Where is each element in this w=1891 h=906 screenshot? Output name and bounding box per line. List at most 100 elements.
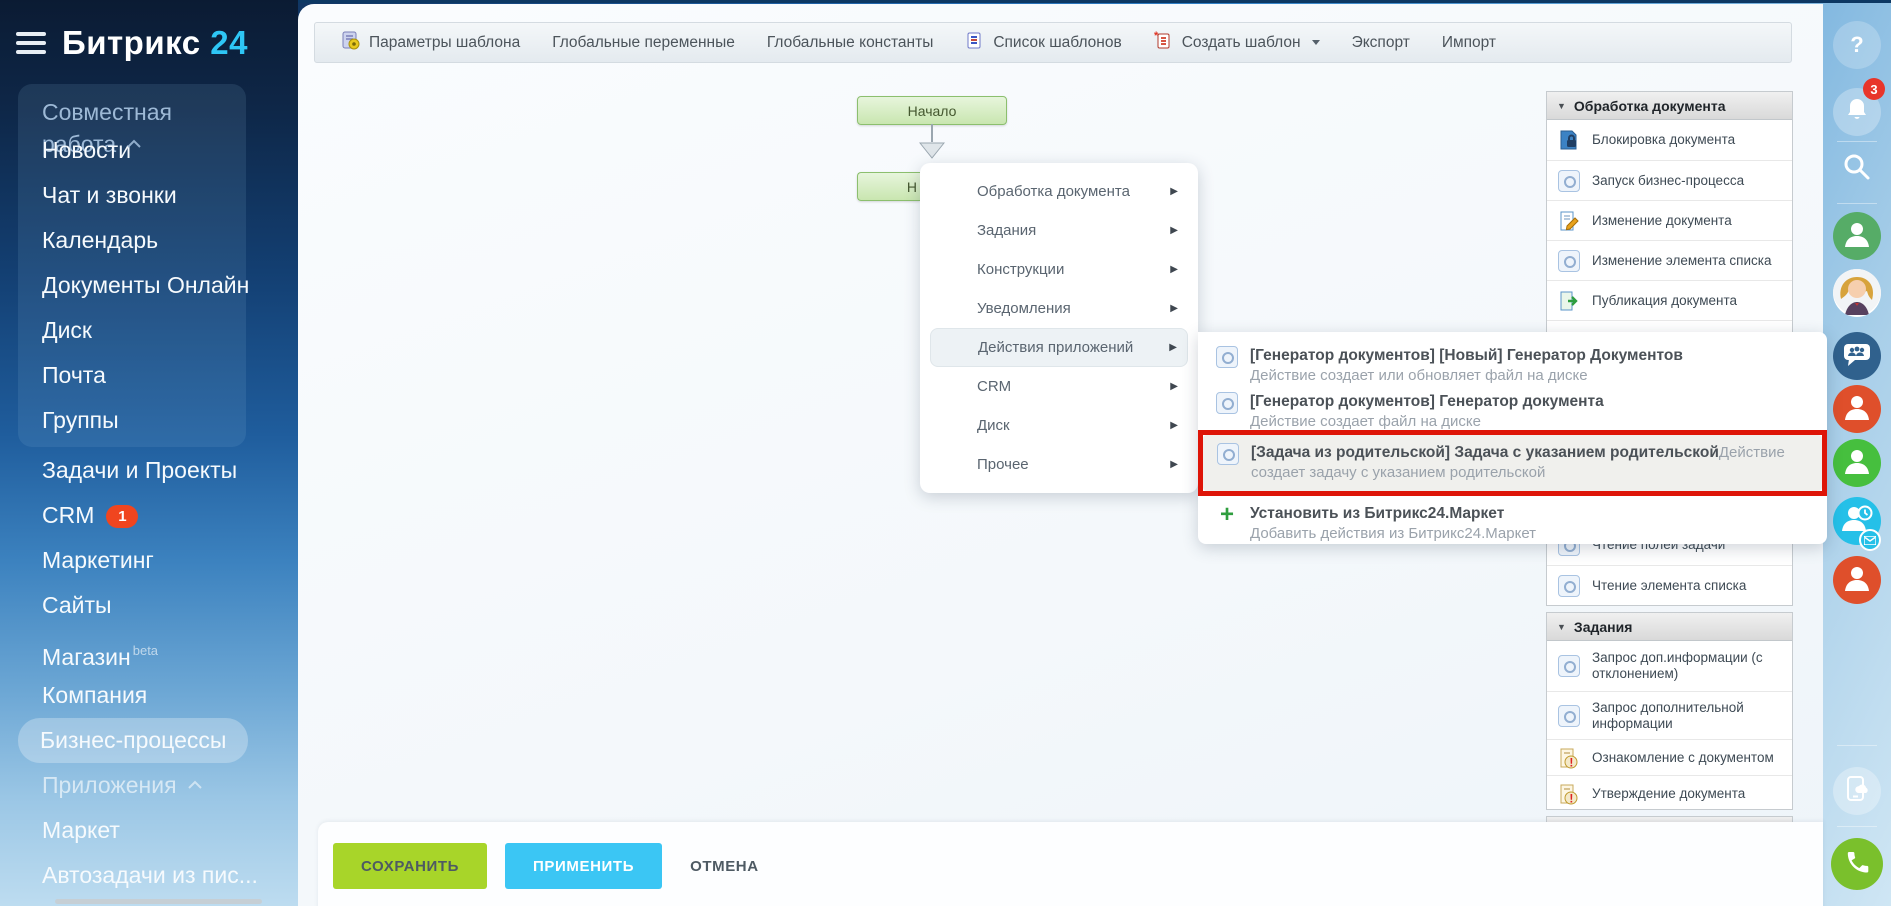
toolbar-template-parameters[interactable]: Параметры шаблона	[341, 31, 520, 55]
submenu-item-description: Добавить действия из Битрикс24.Маркет	[1250, 525, 1537, 542]
logo[interactable]: Битрикс 24	[62, 24, 248, 62]
palette-header[interactable]: ▼ Обработка документа	[1547, 92, 1792, 120]
submenu-item-docgen[interactable]: [Генератор документов] Генератор докумен…	[1198, 392, 1827, 431]
sidebar-item-mail[interactable]: Почта	[18, 353, 246, 398]
menu-item-constructions[interactable]: Конструкции ▶	[920, 250, 1198, 289]
sidebar: Битрикс 24 Совместная работа Новости Чат…	[0, 0, 298, 906]
sidebar-main-list: Задачи и Проекты CRM 1 Маркетинг Сайты Ма…	[18, 448, 278, 898]
palette-item[interactable]: Публикация документа	[1547, 280, 1792, 320]
toolbar-global-variables[interactable]: Глобальные переменные	[552, 34, 735, 52]
start-node[interactable]: Начало	[857, 96, 1007, 125]
menu-item-document-processing[interactable]: Обработка документа ▶	[920, 172, 1198, 211]
contact-green-button[interactable]	[1833, 212, 1881, 260]
palette-item[interactable]: Чтение элемента списка	[1547, 565, 1792, 605]
toolbar-export[interactable]: Экспорт	[1352, 34, 1410, 52]
palette-item[interactable]: Блокировка документа	[1547, 120, 1792, 160]
search-button[interactable]	[1840, 150, 1874, 184]
workspace: Параметры шаблона Глобальные переменные …	[298, 4, 1827, 906]
triangle-down-icon: ▼	[1557, 621, 1566, 632]
sidebar-item-tasks[interactable]: Задачи и Проекты	[18, 448, 278, 493]
submenu-item-docgen-new[interactable]: [Генератор документов] [Новый] Генератор…	[1198, 346, 1827, 385]
activity-icon	[1216, 346, 1238, 368]
logo-number: 24	[210, 24, 248, 61]
sidebar-header-collaboration[interactable]: Совместная работа	[18, 96, 246, 157]
contact-red2-button[interactable]	[1833, 556, 1881, 604]
sidebar-item-shop[interactable]: Магазин beta	[18, 628, 278, 673]
user-green-icon	[1842, 219, 1872, 254]
user-avatar[interactable]	[1833, 269, 1881, 317]
submenu-item-install-market[interactable]: + Установить из Битрикс24.Маркет Добавить…	[1198, 501, 1827, 543]
menu-hamburger-icon[interactable]	[16, 32, 46, 54]
bell-icon	[1844, 97, 1870, 128]
palette-item[interactable]: Изменение документа	[1547, 200, 1792, 240]
svg-text:*: *	[1154, 31, 1159, 42]
sidebar-item-company[interactable]: Компания	[18, 673, 278, 718]
sidebar-item-business-processes[interactable]: Бизнес-процессы	[18, 718, 249, 763]
apply-button[interactable]: ПРИМЕНИТЬ	[505, 843, 663, 889]
menu-item-label: Обработка документа	[977, 183, 1130, 200]
menu-item-other[interactable]: Прочее ▶	[920, 445, 1198, 484]
palette-item[interactable]: Запуск бизнес-процесса	[1547, 160, 1792, 200]
contact-green2-button[interactable]	[1833, 439, 1881, 487]
toolbar-create-template[interactable]: * Создать шаблон	[1154, 30, 1320, 55]
toolbar-label: Параметры шаблона	[369, 33, 521, 51]
sidebar-item-docs-online[interactable]: Документы Онлайн	[18, 263, 249, 308]
sidebar-item-groups[interactable]: Группы	[18, 398, 246, 443]
toolbar-global-constants[interactable]: Глобальные константы	[767, 34, 933, 52]
contact-red-button[interactable]	[1833, 385, 1881, 433]
palette-header-label: Обработка документа	[1573, 97, 1726, 114]
palette-item[interactable]: Изменение элемента списка	[1547, 240, 1792, 280]
palette-item[interactable]: Запрос дополнительной информации	[1547, 691, 1792, 739]
menu-item-label: Конструкции	[977, 261, 1065, 278]
phone-icon	[1843, 848, 1871, 881]
sidebar-item-chat[interactable]: Чат и звонки	[18, 173, 246, 218]
menu-item-tasks[interactable]: Задания ▶	[920, 211, 1198, 250]
menu-item-notifications[interactable]: Уведомления ▶	[920, 289, 1198, 328]
clipped-node[interactable]: Н	[857, 172, 920, 201]
submenu-arrow-icon: ▶	[1170, 225, 1178, 236]
cancel-button[interactable]: ОТМЕНА	[680, 843, 769, 889]
help-icon: ?	[1850, 32, 1864, 57]
toolbar-label: Список шаблонов	[993, 33, 1122, 51]
document-alert-icon: !	[1558, 783, 1580, 805]
menu-item-disk[interactable]: Диск ▶	[920, 406, 1198, 445]
palette-header[interactable]: ▼ Задания	[1547, 613, 1792, 641]
help-button[interactable]: ?	[1833, 21, 1881, 69]
submenu-item-description: Действие создает или обновляет файл на д…	[1250, 367, 1588, 384]
connector-line	[931, 124, 933, 142]
horizontal-scrollbar[interactable]	[55, 899, 262, 904]
sidebar-item-sites[interactable]: Сайты	[18, 583, 278, 628]
rail-divider	[1837, 745, 1877, 746]
sidebar-item-disk[interactable]: Диск	[18, 308, 246, 353]
save-button[interactable]: СОХРАНИТЬ	[333, 843, 488, 889]
toolbar-label: Экспорт	[1351, 33, 1410, 51]
mobile-app-button[interactable]	[1833, 767, 1881, 815]
submenu-arrow-icon: ▶	[1170, 459, 1178, 470]
sidebar-item-crm[interactable]: CRM 1	[18, 493, 278, 538]
toolbar-import[interactable]: Импорт	[1442, 34, 1496, 52]
menu-item-app-actions[interactable]: Действия приложений ▶	[930, 328, 1188, 367]
sidebar-item-calendar[interactable]: Календарь	[18, 218, 246, 263]
submenu-item-parent-task[interactable]: [Задача из родительской] Задача с указан…	[1203, 435, 1822, 491]
toolbar-template-list[interactable]: Список шаблонов	[965, 31, 1122, 55]
sidebar-item-market[interactable]: Маркет	[18, 808, 278, 853]
submenu-arrow-icon: ▶	[1170, 381, 1178, 392]
phone-button[interactable]	[1831, 838, 1883, 890]
add-action-context-menu: Обработка документа ▶ Задания ▶ Конструкци…	[920, 163, 1198, 493]
rail-divider	[1837, 203, 1877, 204]
palette-item[interactable]: Запрос доп.информации (с отклонением)	[1547, 641, 1792, 691]
plus-icon: +	[1219, 501, 1234, 528]
sidebar-header-apps[interactable]: Приложения	[18, 763, 278, 808]
menu-item-label: Действия приложений	[978, 339, 1134, 356]
palette-item-label: Запрос дополнительной информации	[1592, 699, 1744, 731]
palette-header-label: Задания	[1573, 618, 1633, 635]
sidebar-item-autotasks[interactable]: Автозадачи из пис...	[18, 853, 278, 898]
connector-arrow-icon[interactable]	[918, 142, 946, 164]
palette-item[interactable]: ! Утверждение документа	[1547, 775, 1792, 811]
palette-item[interactable]: ! Ознакомление с документом	[1547, 739, 1792, 775]
palette-item-label: Публикация документа	[1592, 292, 1738, 308]
menu-item-crm[interactable]: CRM ▶	[920, 367, 1198, 406]
sidebar-item-marketing[interactable]: Маркетинг	[18, 538, 278, 583]
template-list-icon	[965, 31, 984, 55]
group-chat-button[interactable]	[1833, 332, 1881, 380]
